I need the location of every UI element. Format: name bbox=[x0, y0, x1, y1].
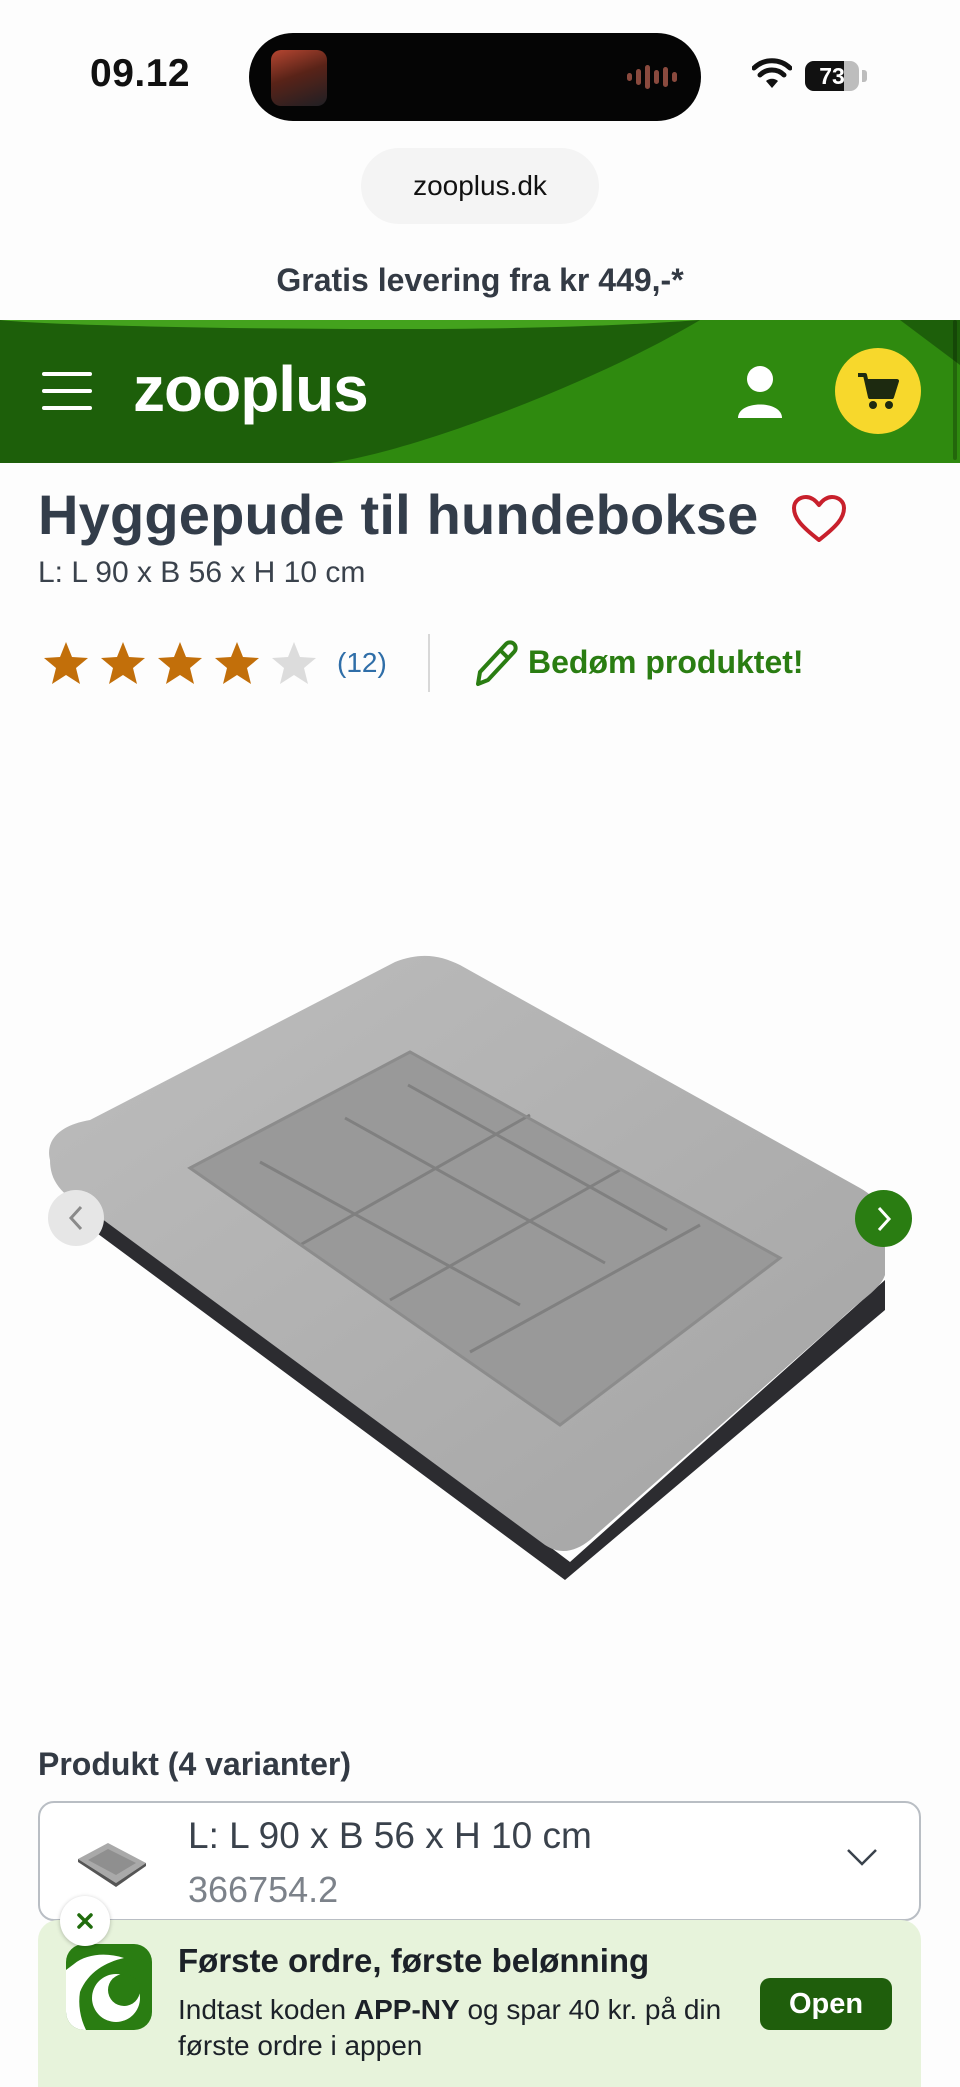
favorite-heart-icon[interactable] bbox=[791, 494, 847, 544]
variant-dropdown[interactable]: L: L 90 x B 56 x H 10 cm 366754.2 bbox=[38, 1801, 921, 1921]
zooplus-logo[interactable]: zooplus bbox=[133, 352, 369, 426]
star-icon bbox=[44, 642, 88, 684]
battery-indicator: 73 bbox=[805, 61, 859, 91]
pencil-icon bbox=[476, 640, 518, 686]
banner-text: Indtast koden APP-NY og spar 40 kr. på d… bbox=[178, 1992, 738, 2064]
product-image[interactable] bbox=[0, 720, 960, 1710]
chevron-left-icon bbox=[68, 1205, 83, 1231]
chevron-down-icon bbox=[847, 1849, 877, 1866]
account-icon[interactable] bbox=[735, 364, 785, 420]
menu-icon[interactable] bbox=[42, 372, 92, 410]
url-text: zooplus.dk bbox=[413, 170, 547, 201]
app-promo-banner[interactable]: Første ordre, første belønning Indtast k… bbox=[38, 1920, 921, 2087]
banner-close-button[interactable] bbox=[60, 1896, 110, 1946]
battery-tip bbox=[862, 70, 867, 82]
cart-button[interactable] bbox=[835, 348, 921, 434]
variant-count-label: Produkt (4 varianter) bbox=[38, 1746, 351, 1782]
banner-title: Første ordre, første belønning bbox=[178, 1942, 650, 1979]
gallery-prev-button[interactable] bbox=[48, 1190, 104, 1246]
open-app-button[interactable]: Open bbox=[760, 1978, 892, 2030]
star-icon bbox=[101, 642, 145, 684]
banner-text-before: Indtast koden bbox=[178, 1994, 354, 2025]
zooplus-app-icon bbox=[66, 1944, 152, 2030]
dynamic-island[interactable] bbox=[249, 33, 701, 121]
close-icon bbox=[77, 1913, 93, 1929]
status-time: 09.12 bbox=[90, 52, 191, 95]
promo-code: APP-NY bbox=[353, 1994, 460, 2025]
rating-divider bbox=[428, 634, 430, 692]
star-rating[interactable]: (12) bbox=[42, 640, 387, 686]
gallery-next-button[interactable] bbox=[855, 1190, 912, 1247]
rate-product-label: Bedøm produktet! bbox=[528, 643, 804, 680]
product-title: Hyggepude til hundebokse bbox=[38, 483, 759, 546]
chevron-right-icon bbox=[877, 1206, 891, 1231]
free-delivery-banner[interactable]: Gratis levering fra kr 449,-* bbox=[0, 262, 960, 299]
variant-sku: 366754.2 bbox=[188, 1869, 339, 1910]
star-icon bbox=[158, 642, 202, 684]
review-count[interactable]: (12) bbox=[337, 647, 387, 679]
cart-icon bbox=[858, 373, 899, 409]
rate-product-button[interactable]: Bedøm produktet! bbox=[470, 636, 804, 688]
battery-level: 73 bbox=[819, 63, 845, 89]
variant-thumbnail bbox=[78, 1843, 146, 1887]
site-header: zooplus bbox=[0, 320, 960, 463]
star-empty-icon bbox=[272, 642, 316, 684]
audio-wave-icon bbox=[627, 63, 677, 91]
now-playing-artwork bbox=[271, 50, 327, 106]
product-size: L: L 90 x B 56 x H 10 cm bbox=[38, 556, 366, 589]
variant-name: L: L 90 x B 56 x H 10 cm bbox=[188, 1815, 592, 1856]
scrollbar-thumb[interactable] bbox=[953, 320, 957, 460]
wifi-icon bbox=[752, 58, 792, 88]
url-bar[interactable]: zooplus.dk bbox=[361, 148, 599, 224]
star-icon bbox=[215, 642, 259, 684]
